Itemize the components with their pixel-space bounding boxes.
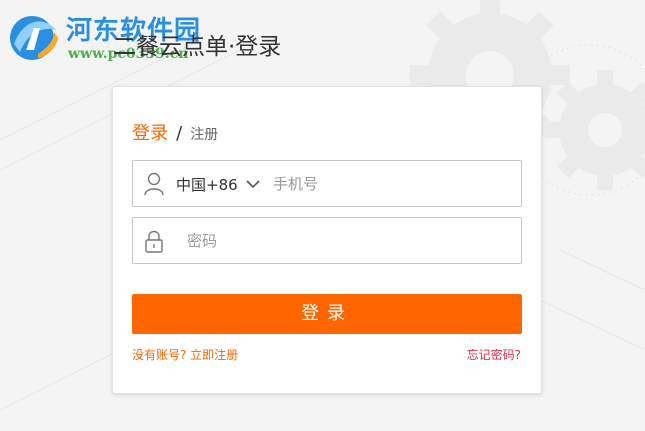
watermark-logo-icon	[10, 16, 58, 60]
password-input[interactable]	[187, 226, 507, 256]
password-field	[132, 217, 522, 264]
country-code-select[interactable]: 中国+86	[176, 174, 238, 195]
forgot-password-link[interactable]: 忘记密码?	[467, 346, 521, 363]
phone-field: 中国+86	[132, 160, 522, 207]
login-card: 登录 / 注册 中国+86 登录 没有账号? 立即注册 忘记密码?	[112, 86, 542, 394]
tab-login[interactable]: 登录	[132, 123, 168, 144]
tab-register[interactable]: 注册	[190, 127, 218, 143]
chevron-down-icon[interactable]	[245, 177, 261, 191]
lock-icon	[145, 230, 163, 253]
login-button[interactable]: 登录	[132, 294, 522, 334]
register-link[interactable]: 没有账号? 立即注册	[132, 346, 238, 363]
page-title: 二餐云点单·登录	[113, 34, 282, 60]
auth-tabs: 登录 / 注册	[132, 119, 218, 145]
phone-input[interactable]	[273, 169, 513, 199]
user-icon	[144, 172, 164, 196]
tab-separator: /	[176, 123, 183, 144]
